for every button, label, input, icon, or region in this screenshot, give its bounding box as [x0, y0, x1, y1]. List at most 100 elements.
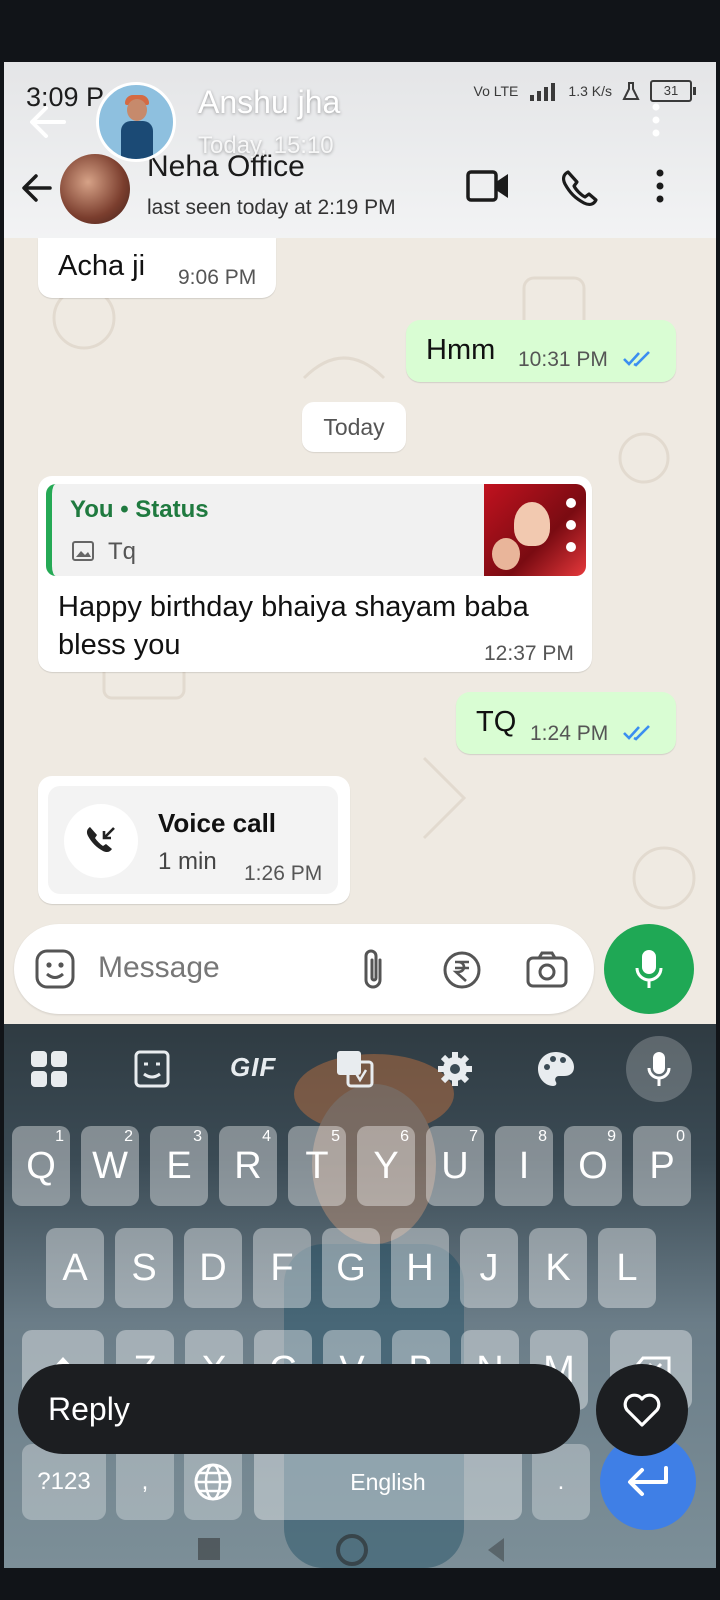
incoming-call-icon — [86, 827, 115, 853]
key-f[interactable]: F — [253, 1228, 311, 1308]
key-label: F — [270, 1247, 294, 1289]
key-q[interactable]: Q1 — [12, 1126, 70, 1206]
message-time: 10:31 PM — [518, 348, 608, 371]
reply-label: Reply — [48, 1391, 130, 1427]
key-y[interactable]: Y6 — [357, 1126, 415, 1206]
keyboard-voice-button[interactable] — [626, 1036, 692, 1102]
message-bubble-in[interactable]: You • Status Tq Happy birthday bhaiya sh… — [38, 476, 592, 672]
call-card[interactable]: Voice call 1 min 1:26 PM — [48, 786, 338, 894]
key-number-hint: 3 — [193, 1128, 202, 1145]
key-i[interactable]: I8 — [495, 1126, 553, 1206]
sticker-icon[interactable] — [134, 1050, 170, 1088]
key-label: J — [479, 1247, 499, 1289]
message-bubble-out[interactable]: TQ 1:24 PM — [456, 692, 676, 754]
message-input[interactable]: Message — [14, 924, 594, 1014]
video-call-icon[interactable] — [466, 168, 510, 204]
keyboard-toolbar: GIF — [4, 1024, 716, 1114]
key-label: P — [649, 1145, 675, 1187]
message-time: 1:24 PM — [530, 722, 609, 745]
message-time: 1:26 PM — [244, 862, 323, 885]
gif-button[interactable]: GIF — [230, 1052, 276, 1083]
key-w[interactable]: W2 — [81, 1126, 139, 1206]
key-a[interactable]: A — [46, 1228, 104, 1308]
quoted-status[interactable]: You • Status Tq — [46, 484, 586, 576]
key-r[interactable]: R4 — [219, 1126, 277, 1206]
signal-icon — [530, 83, 556, 101]
like-button[interactable] — [596, 1364, 688, 1456]
key-label: Y — [373, 1145, 399, 1187]
message-bubble-out[interactable]: Hmm 10:31 PM — [406, 320, 676, 382]
message-text: TQ — [476, 706, 517, 738]
image-icon — [72, 541, 94, 561]
status-thumbnail — [484, 484, 586, 576]
story-sender-avatar[interactable] — [96, 82, 176, 162]
key-u[interactable]: U7 — [426, 1126, 484, 1206]
key-k[interactable]: K — [529, 1228, 587, 1308]
voice-record-button[interactable] — [604, 924, 694, 1014]
key-label: D — [199, 1247, 227, 1289]
payment-rupee-icon[interactable] — [442, 950, 482, 990]
key-p[interactable]: P0 — [633, 1126, 691, 1206]
key-label: A — [62, 1247, 88, 1289]
apps-grid-icon[interactable] — [30, 1050, 68, 1088]
microphone-icon — [647, 1052, 671, 1086]
message-text: Hmm — [426, 334, 496, 366]
key-number-hint: 2 — [124, 1128, 133, 1145]
message-time: 12:37 PM — [484, 642, 574, 665]
language-key[interactable] — [184, 1444, 242, 1520]
quoted-sender: You • Status — [70, 496, 209, 523]
key-number-hint: 0 — [676, 1128, 685, 1145]
key-j[interactable]: J — [460, 1228, 518, 1308]
story-sender-name[interactable]: Anshu jha — [198, 84, 340, 121]
settings-gear-icon[interactable] — [436, 1050, 474, 1088]
keyboard: GIF Q1W2E3R4T5Y6U7I8O9P0 ASDFGHJKL ZXCVB… — [4, 1024, 716, 1568]
phone-call-icon[interactable] — [560, 168, 600, 208]
key-label: G — [336, 1247, 366, 1289]
key-h[interactable]: H — [391, 1228, 449, 1308]
back-nav-icon[interactable] — [488, 1538, 504, 1562]
globe-icon — [194, 1463, 232, 1501]
theme-palette-icon[interactable] — [536, 1050, 576, 1088]
contact-avatar[interactable] — [60, 154, 130, 224]
call-duration: 1 min — [158, 848, 217, 875]
story-back-arrow-icon[interactable] — [28, 102, 68, 142]
key-number-hint: 4 — [262, 1128, 271, 1145]
key-label: I — [518, 1145, 530, 1187]
call-title: Voice call — [158, 808, 277, 838]
translate-icon[interactable] — [336, 1050, 374, 1088]
message-placeholder: Message — [98, 951, 220, 984]
key-label: K — [545, 1247, 571, 1289]
voice-call-bubble[interactable]: Voice call 1 min 1:26 PM — [38, 776, 350, 904]
period-key[interactable]: . — [532, 1444, 590, 1520]
message-bubble-in[interactable]: Acha ji 9:06 PM — [38, 238, 276, 298]
more-options-icon[interactable] — [654, 168, 666, 204]
key-l[interactable]: L — [598, 1228, 656, 1308]
home-nav-icon[interactable] — [336, 1534, 368, 1566]
key-label: W — [92, 1145, 128, 1187]
key-t[interactable]: T5 — [288, 1126, 346, 1206]
key-g[interactable]: G — [322, 1228, 380, 1308]
key-number-hint: 6 — [400, 1128, 409, 1145]
key-label: Q — [26, 1145, 56, 1187]
symbols-key[interactable]: ?123 — [22, 1444, 106, 1520]
date-separator: Today — [302, 402, 406, 452]
last-seen: last seen today at 2:19 PM — [147, 196, 396, 219]
key-s[interactable]: S — [115, 1228, 173, 1308]
microphone-icon — [635, 950, 663, 988]
camera-icon[interactable] — [526, 950, 568, 988]
sticker-icon[interactable] — [34, 948, 76, 990]
recents-nav-icon[interactable] — [198, 1538, 220, 1560]
back-arrow-icon[interactable] — [20, 170, 56, 206]
space-key[interactable]: English — [254, 1444, 522, 1520]
attach-icon[interactable] — [360, 948, 386, 992]
key-number-hint: 1 — [55, 1128, 64, 1145]
story-reply-bar[interactable]: Reply — [18, 1364, 580, 1454]
battery-icon: 31 — [650, 80, 696, 102]
story-more-options-icon[interactable] — [650, 102, 662, 138]
key-label: O — [578, 1145, 608, 1187]
key-d[interactable]: D — [184, 1228, 242, 1308]
quoted-caption: Tq — [108, 538, 137, 565]
key-e[interactable]: E3 — [150, 1126, 208, 1206]
comma-key[interactable]: , — [116, 1444, 174, 1520]
key-o[interactable]: O9 — [564, 1126, 622, 1206]
